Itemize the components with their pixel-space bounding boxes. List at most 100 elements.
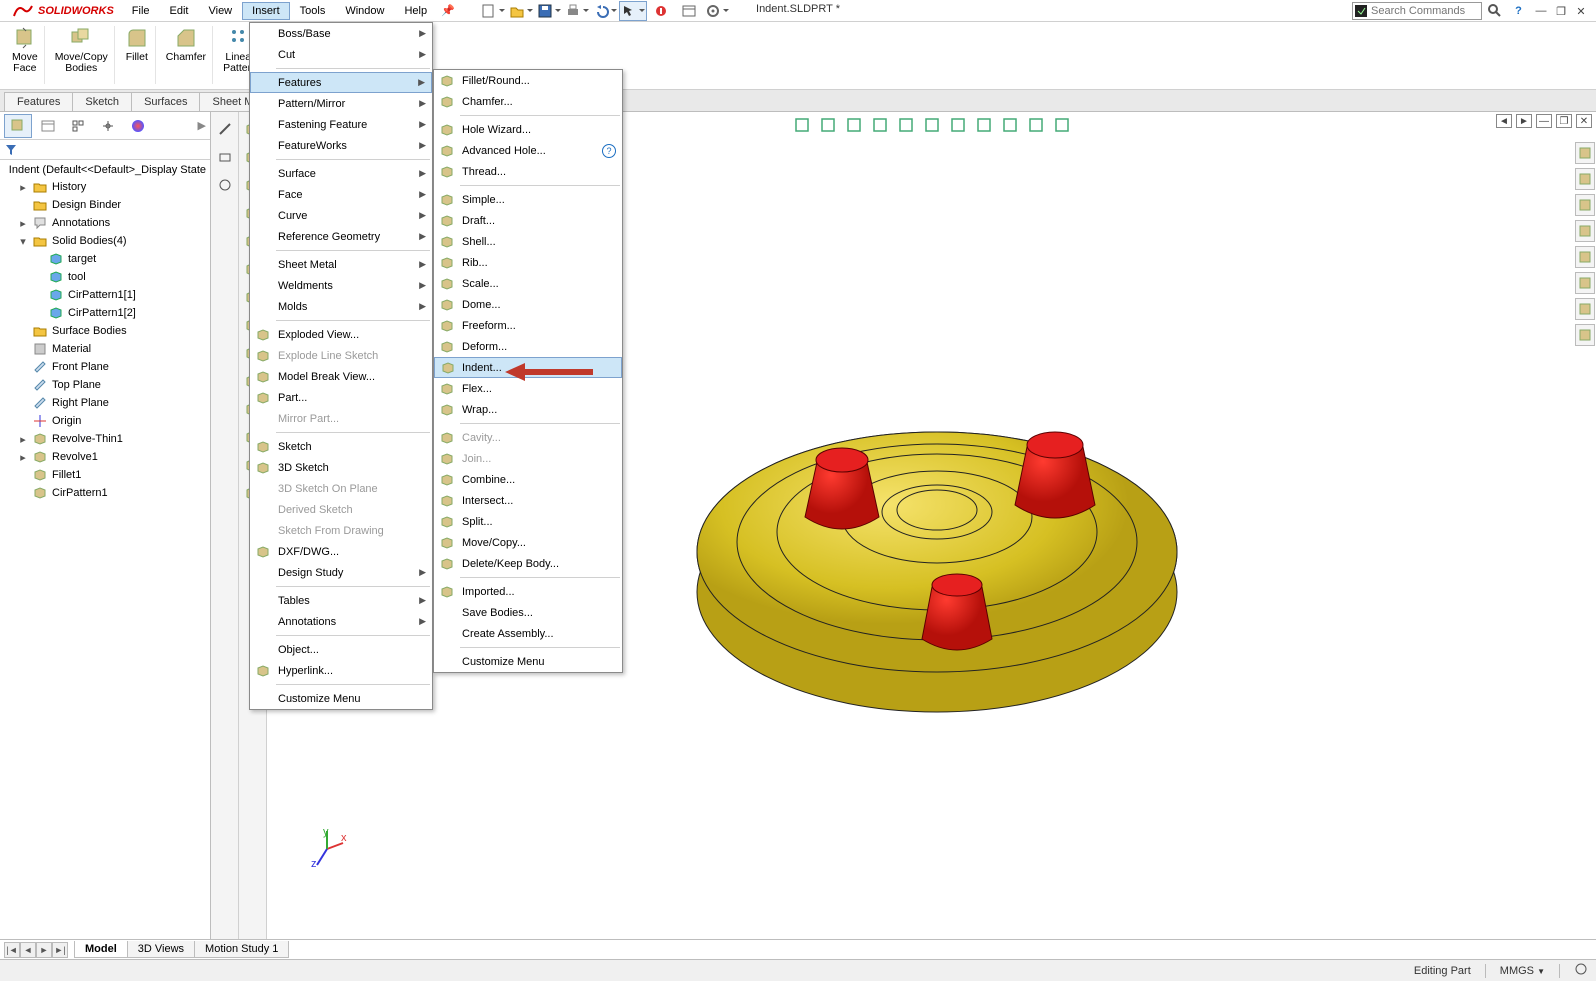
tab-nav-next[interactable]: ►	[36, 942, 52, 958]
tree-item[interactable]: Material	[0, 340, 210, 358]
menu-item-dxf-dwg[interactable]: DXF/DWG...	[250, 541, 432, 562]
tree-tab-property[interactable]	[34, 114, 62, 138]
status-units[interactable]: MMGS ▼	[1500, 965, 1545, 977]
menu-item-draft[interactable]: Draft...	[434, 210, 622, 231]
print-button[interactable]	[563, 1, 591, 21]
mdi-minimize[interactable]: —	[1536, 114, 1552, 128]
tree-tabs-right-arrow[interactable]: ▶	[198, 119, 206, 132]
cm-tab-features[interactable]: Features	[4, 92, 73, 111]
tree-item[interactable]: target	[0, 250, 210, 268]
custom-props-icon[interactable]	[1575, 298, 1595, 320]
window-restore[interactable]: ❐	[1552, 1, 1570, 21]
menu-item-create-assembly[interactable]: Create Assembly...	[434, 623, 622, 644]
menu-item-sheet-metal[interactable]: Sheet Metal▶	[250, 254, 432, 275]
tree-item[interactable]: Design Binder	[0, 196, 210, 214]
tree-item[interactable]: Surface Bodies	[0, 322, 210, 340]
menu-item-part[interactable]: Part...	[250, 387, 432, 408]
tree-filter-bar[interactable]	[0, 140, 210, 160]
home-icon[interactable]	[1575, 142, 1595, 164]
menu-item-scale[interactable]: Scale...	[434, 273, 622, 294]
view-orient-button[interactable]	[921, 114, 943, 136]
menu-item-curve[interactable]: Curve▶	[250, 205, 432, 226]
menu-item-hole-wizard[interactable]: Hole Wizard...	[434, 119, 622, 140]
menu-item-simple[interactable]: Simple...	[434, 189, 622, 210]
tree-item[interactable]: Top Plane	[0, 376, 210, 394]
tree-item[interactable]: CirPattern1[1]	[0, 286, 210, 304]
save-button[interactable]	[535, 1, 563, 21]
ribbon-chamfer[interactable]: Chamfer	[160, 26, 213, 84]
cm-tab-surfaces[interactable]: Surfaces	[131, 92, 200, 111]
tree-item[interactable]: ▸History	[0, 178, 210, 196]
search-commands-input[interactable]	[1352, 2, 1482, 20]
bottom-tab-model[interactable]: Model	[74, 941, 128, 958]
display-style-button[interactable]	[947, 114, 969, 136]
menu-item-cut[interactable]: Cut▶	[250, 44, 432, 65]
menu-file[interactable]: File	[122, 2, 160, 20]
options-button[interactable]	[675, 1, 703, 21]
tree-item[interactable]: Front Plane	[0, 358, 210, 376]
menu-item-featureworks[interactable]: FeatureWorks▶	[250, 135, 432, 156]
menu-item-object[interactable]: Object...	[250, 639, 432, 660]
menu-view[interactable]: View	[198, 2, 242, 20]
menu-item-deform[interactable]: Deform...	[434, 336, 622, 357]
menu-item-face[interactable]: Face▶	[250, 184, 432, 205]
menu-item-customize-menu[interactable]: Customize Menu	[250, 688, 432, 709]
undo-button[interactable]	[591, 1, 619, 21]
hide-show-button[interactable]	[973, 114, 995, 136]
status-custom-icon[interactable]	[1574, 962, 1588, 979]
menu-item-advanced-hole[interactable]: Advanced Hole...?	[434, 140, 622, 161]
menu-item-rib[interactable]: Rib...	[434, 252, 622, 273]
tree-item[interactable]: ▾Solid Bodies(4)	[0, 232, 210, 250]
tree-item[interactable]: ▸Annotations	[0, 214, 210, 232]
line-tool-icon[interactable]	[214, 118, 236, 140]
menu-tools[interactable]: Tools	[290, 2, 336, 20]
section-button[interactable]	[895, 114, 917, 136]
menu-item-tables[interactable]: Tables▶	[250, 590, 432, 611]
tab-nav-last[interactable]: ►|	[52, 942, 68, 958]
menu-item-freeform[interactable]: Freeform...	[434, 315, 622, 336]
search-button[interactable]	[1484, 1, 1506, 21]
mdi-close[interactable]: ✕	[1576, 114, 1592, 128]
appearances-icon[interactable]	[1575, 272, 1595, 294]
tree-item[interactable]: tool	[0, 268, 210, 286]
menu-item-surface[interactable]: Surface▶	[250, 163, 432, 184]
menu-item-delete-keep-body[interactable]: Delete/Keep Body...	[434, 553, 622, 574]
menu-item-customize-menu[interactable]: Customize Menu	[434, 651, 622, 672]
tree-tab-config[interactable]	[64, 114, 92, 138]
pin-icon[interactable]: 📌	[441, 4, 455, 17]
menu-item-model-break-view[interactable]: Model Break View...	[250, 366, 432, 387]
circle-icon[interactable]	[214, 174, 236, 196]
menu-item-molds[interactable]: Molds▶	[250, 296, 432, 317]
apply-scene-button[interactable]	[1025, 114, 1047, 136]
rebuild-button[interactable]	[647, 1, 675, 21]
settings-button[interactable]	[703, 1, 731, 21]
bottom-tab-3d-views[interactable]: 3D Views	[127, 941, 195, 958]
menu-item-intersect[interactable]: Intersect...	[434, 490, 622, 511]
menu-help[interactable]: Help	[394, 2, 437, 20]
tree-item[interactable]: Origin	[0, 412, 210, 430]
bottom-tab-motion-study-1[interactable]: Motion Study 1	[194, 941, 289, 958]
menu-item-annotations[interactable]: Annotations▶	[250, 611, 432, 632]
file-explorer-icon[interactable]	[1575, 220, 1595, 242]
tab-nav-prev[interactable]: ◄	[20, 942, 36, 958]
menu-item-boss-base[interactable]: Boss/Base▶	[250, 23, 432, 44]
window-minimize[interactable]: —	[1532, 1, 1550, 21]
menu-item-fastening-feature[interactable]: Fastening Feature▶	[250, 114, 432, 135]
menu-edit[interactable]: Edit	[160, 2, 199, 20]
menu-item-exploded-view[interactable]: Exploded View...	[250, 324, 432, 345]
menu-item-combine[interactable]: Combine...	[434, 469, 622, 490]
ribbon-move-face[interactable]: MoveFace	[6, 26, 45, 84]
menu-item-design-study[interactable]: Design Study▶	[250, 562, 432, 583]
tree-item[interactable]: Right Plane	[0, 394, 210, 412]
tree-root[interactable]: Indent (Default<<Default>_Display State	[0, 162, 210, 178]
menu-item-3d-sketch[interactable]: 3D Sketch	[250, 457, 432, 478]
tree-tab-display[interactable]	[124, 114, 152, 138]
menu-item-fillet-round[interactable]: Fillet/Round...	[434, 70, 622, 91]
tree-tab-dimxpert[interactable]	[94, 114, 122, 138]
ribbon-move-copy-bodies[interactable]: Move/CopyBodies	[49, 26, 115, 84]
menu-item-thread[interactable]: Thread...	[434, 161, 622, 182]
menu-item-move-copy[interactable]: Move/Copy...	[434, 532, 622, 553]
help-icon[interactable]: ?	[602, 144, 616, 158]
menu-item-sketch[interactable]: Sketch	[250, 436, 432, 457]
new-doc-button[interactable]	[479, 1, 507, 21]
